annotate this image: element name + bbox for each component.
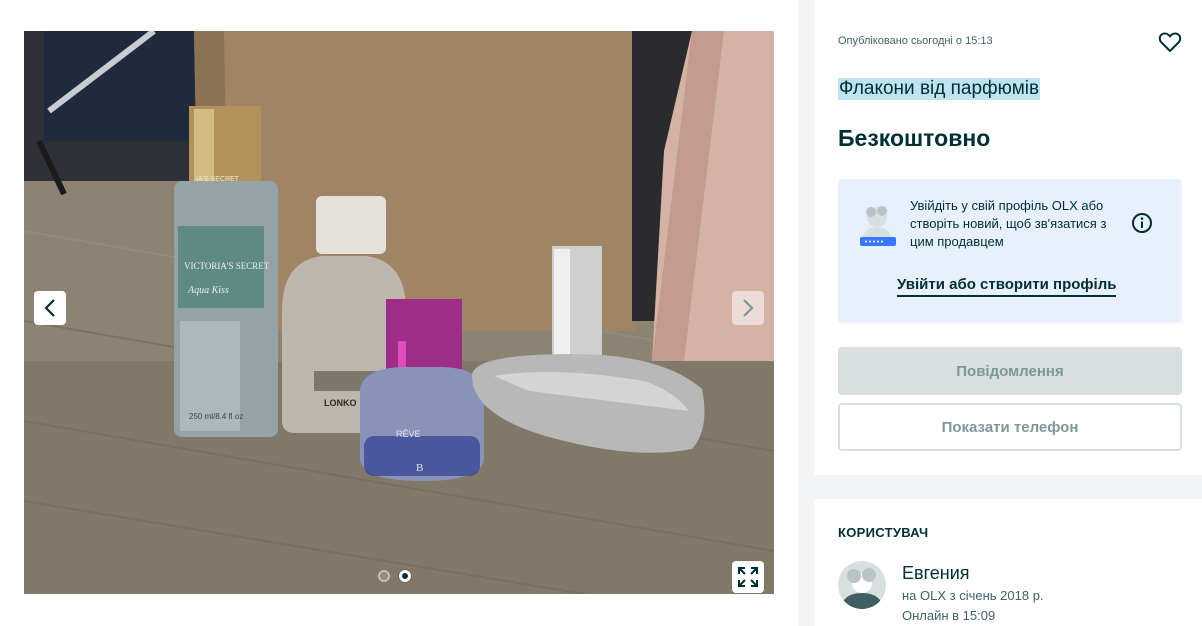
gallery-pagination bbox=[378, 570, 411, 586]
perfume-bottles-photo: VICTORIA'S SECRET Aqua Kiss 250 ml/8.4 f… bbox=[24, 31, 774, 594]
fullscreen-button[interactable] bbox=[732, 561, 764, 593]
profile-illustration-icon bbox=[860, 206, 896, 246]
login-prompt-box: Увійдіть у свій профіль OLX або створіть… bbox=[838, 179, 1182, 323]
seller-name[interactable]: Евгения bbox=[902, 563, 970, 584]
message-button[interactable]: Повідомлення bbox=[838, 347, 1182, 395]
published-date: Опубліковано сьогодні о 15:13 bbox=[838, 35, 993, 47]
listing-price: Безкоштовно bbox=[838, 125, 991, 151]
favorite-button[interactable] bbox=[1158, 30, 1182, 54]
gallery-dot-1[interactable] bbox=[378, 570, 390, 582]
svg-text:RÊVE: RÊVE bbox=[396, 429, 421, 439]
gallery-next-button[interactable] bbox=[732, 291, 764, 325]
listing-details-card: Опубліковано сьогодні о 15:13 Флакони ві… bbox=[814, 0, 1202, 475]
avatar[interactable] bbox=[838, 561, 886, 609]
expand-icon bbox=[738, 567, 758, 587]
show-phone-button[interactable]: Показати телефон bbox=[838, 403, 1182, 451]
svg-text:B: B bbox=[416, 462, 423, 474]
seller-heading: КОРИСТУВАЧ bbox=[838, 525, 929, 540]
login-or-register-link[interactable]: Увійти або створити профіль bbox=[897, 276, 1117, 297]
listing-title: Флакони від парфюмів bbox=[838, 78, 1041, 100]
seller-card: КОРИСТУВАЧ Евгения на OLX з січень 2018 … bbox=[814, 499, 1202, 626]
login-prompt-text: Увійдіть у свій профіль OLX або створіть… bbox=[910, 198, 1107, 249]
gallery-prev-button[interactable] bbox=[34, 291, 66, 325]
listing-photo[interactable]: VICTORIA'S SECRET Aqua Kiss 250 ml/8.4 f… bbox=[24, 31, 774, 594]
svg-text:Aqua Kiss: Aqua Kiss bbox=[187, 285, 229, 296]
heart-icon bbox=[1158, 32, 1182, 53]
svg-text:LONKO: LONKO bbox=[324, 398, 357, 408]
svg-text:IA'S SECRET: IA'S SECRET bbox=[196, 176, 240, 183]
chevron-right-icon bbox=[743, 299, 754, 317]
seller-member-since: на OLX з січень 2018 р. bbox=[902, 588, 1044, 603]
gallery-panel: VICTORIA'S SECRET Aqua Kiss 250 ml/8.4 f… bbox=[0, 0, 798, 626]
seller-last-online: Онлайн в 15:09 bbox=[902, 608, 996, 623]
gallery-dot-2[interactable] bbox=[399, 570, 411, 582]
info-icon[interactable] bbox=[1131, 212, 1153, 234]
chevron-left-icon bbox=[44, 299, 55, 317]
svg-text:VICTORIA'S SECRET: VICTORIA'S SECRET bbox=[184, 261, 270, 271]
svg-text:250 ml/8.4 fl oz: 250 ml/8.4 fl oz bbox=[189, 412, 243, 421]
